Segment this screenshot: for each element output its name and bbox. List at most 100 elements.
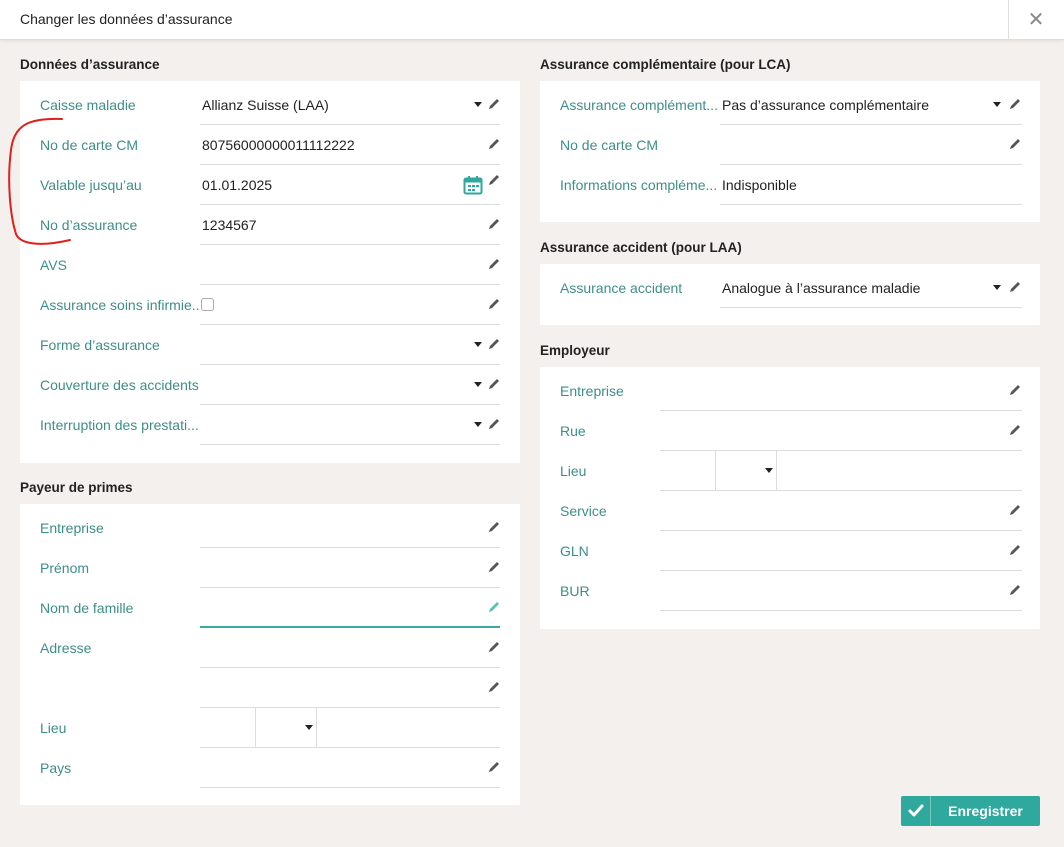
payer-lastname-value[interactable] — [202, 588, 462, 628]
pencil-icon[interactable] — [1008, 137, 1022, 151]
pencil-icon[interactable] — [1008, 280, 1022, 294]
accident-coverage-value[interactable] — [202, 365, 462, 405]
caret-down-icon[interactable] — [474, 422, 482, 427]
payer-place-label: Lieu — [40, 720, 67, 736]
pencil-icon[interactable] — [487, 173, 501, 187]
payer-address-value[interactable] — [202, 628, 462, 668]
row-benefit-interruption[interactable]: Interruption des prestati... — [40, 405, 500, 445]
payer-address-2-value[interactable] — [202, 668, 462, 708]
laa-insurance-value[interactable]: Analogue à l’assurance maladie — [722, 268, 990, 308]
pencil-icon[interactable] — [487, 377, 501, 391]
payer-company-value[interactable] — [202, 508, 462, 548]
calendar-icon[interactable] — [463, 175, 483, 195]
payer-country-label: Pays — [40, 760, 72, 776]
employer-bur-label: BUR — [560, 583, 590, 599]
insurance-number-value[interactable]: 1234567 — [202, 205, 402, 245]
caret-down-icon[interactable] — [765, 468, 773, 473]
payer-address-label: Adresse — [40, 640, 92, 656]
row-employer-street[interactable]: Rue — [560, 411, 1022, 451]
health-fund-value[interactable]: Allianz Suisse (LAA) — [202, 85, 462, 125]
row-lca-insurance[interactable]: Assurance complément... Pas d’assurance … — [560, 85, 1022, 125]
field-separator — [715, 451, 716, 491]
valid-until-value[interactable]: 01.01.2025 — [202, 165, 402, 205]
laa-insurance-label: Assurance accident — [560, 280, 683, 296]
field-separator — [316, 708, 317, 748]
pencil-icon[interactable] — [487, 337, 501, 351]
benefit-interruption-value[interactable] — [202, 405, 462, 445]
row-lca-info: Informations compléme... Indisponible — [560, 165, 1022, 205]
row-health-fund[interactable]: Caisse maladie Allianz Suisse (LAA) — [40, 85, 500, 125]
caret-down-icon[interactable] — [474, 102, 482, 107]
pencil-icon[interactable] — [1008, 543, 1022, 557]
pencil-icon[interactable] — [487, 297, 501, 311]
row-employer-bur[interactable]: BUR — [560, 571, 1022, 611]
payer-firstname-value[interactable] — [202, 548, 462, 588]
close-icon[interactable]: ✕ — [1008, 0, 1064, 40]
avs-value[interactable] — [202, 245, 402, 285]
row-payer-country[interactable]: Pays — [40, 748, 500, 788]
pencil-icon[interactable] — [1008, 383, 1022, 397]
nursing-insurance-checkbox[interactable] — [201, 298, 214, 311]
row-employer-service[interactable]: Service — [560, 491, 1022, 531]
section-title-payer: Payeur de primes — [20, 480, 133, 495]
section-title-laa: Assurance accident (pour LAA) — [540, 240, 742, 255]
caret-down-icon[interactable] — [474, 382, 482, 387]
pencil-icon[interactable] — [487, 760, 501, 774]
lca-insurance-label: Assurance complément... — [560, 97, 718, 113]
health-fund-label: Caisse maladie — [40, 97, 136, 113]
employer-service-label: Service — [560, 503, 607, 519]
pencil-icon[interactable] — [1008, 423, 1022, 437]
row-payer-place[interactable]: Lieu — [40, 708, 500, 748]
insurance-form-value[interactable] — [202, 325, 462, 365]
section-title-employer: Employeur — [540, 343, 610, 358]
row-payer-company[interactable]: Entreprise — [40, 508, 500, 548]
pencil-icon[interactable] — [487, 257, 501, 271]
laa-card: Assurance accident Analogue à l’assuranc… — [540, 264, 1040, 325]
caret-down-icon[interactable] — [993, 285, 1001, 290]
pencil-icon[interactable] — [487, 680, 501, 694]
lca-insurance-value[interactable]: Pas d’assurance complémentaire — [722, 85, 990, 125]
pencil-icon[interactable] — [1008, 503, 1022, 517]
insurance-card: Caisse maladie Allianz Suisse (LAA) No d… — [20, 81, 520, 463]
row-insurance-form[interactable]: Forme d’assurance — [40, 325, 500, 365]
insurance-number-label: No d’assurance — [40, 217, 138, 233]
accident-coverage-label: Couverture des accidents — [40, 377, 199, 393]
pencil-icon[interactable] — [487, 560, 501, 574]
caret-down-icon[interactable] — [305, 725, 313, 730]
row-accident-coverage[interactable]: Couverture des accidents — [40, 365, 500, 405]
pencil-icon[interactable] — [487, 97, 501, 111]
pencil-icon[interactable] — [487, 417, 501, 431]
row-nursing-insurance[interactable]: Assurance soins infirmie... — [40, 285, 500, 325]
row-payer-address-2[interactable] — [40, 668, 500, 708]
pencil-icon[interactable] — [487, 137, 501, 151]
employer-card: Entreprise Rue Lieu Service GLN BUR — [540, 367, 1040, 629]
payer-company-label: Entreprise — [40, 520, 104, 536]
row-avs[interactable]: AVS — [40, 245, 500, 285]
save-button[interactable]: Enregistrer — [901, 796, 1040, 826]
field-separator — [776, 451, 777, 491]
row-insurance-number[interactable]: No d’assurance 1234567 — [40, 205, 500, 245]
row-card-number[interactable]: No de carte CM 80756000000011112222 — [40, 125, 500, 165]
caret-down-icon[interactable] — [993, 102, 1001, 107]
row-valid-until[interactable]: Valable jusqu’au 01.01.2025 — [40, 165, 500, 205]
row-lca-card[interactable]: No de carte CM — [560, 125, 1022, 165]
card-number-value[interactable]: 80756000000011112222 — [202, 125, 472, 165]
row-payer-firstname[interactable]: Prénom — [40, 548, 500, 588]
row-employer-company[interactable]: Entreprise — [560, 371, 1022, 411]
lca-card-value[interactable] — [722, 125, 990, 165]
pencil-icon[interactable] — [487, 600, 501, 614]
row-payer-lastname[interactable]: Nom de famille — [40, 588, 500, 628]
row-employer-place[interactable]: Lieu — [560, 451, 1022, 491]
pencil-icon[interactable] — [487, 217, 501, 231]
pencil-icon[interactable] — [487, 640, 501, 654]
payer-card: Entreprise Prénom Nom de famille Adresse… — [20, 504, 520, 805]
row-payer-address[interactable]: Adresse — [40, 628, 500, 668]
row-employer-gln[interactable]: GLN — [560, 531, 1022, 571]
payer-country-value[interactable] — [202, 748, 462, 788]
pencil-icon[interactable] — [1008, 583, 1022, 597]
pencil-icon[interactable] — [487, 520, 501, 534]
employer-company-label: Entreprise — [560, 383, 624, 399]
caret-down-icon[interactable] — [474, 342, 482, 347]
pencil-icon[interactable] — [1008, 97, 1022, 111]
row-laa-insurance[interactable]: Assurance accident Analogue à l’assuranc… — [560, 268, 1022, 308]
